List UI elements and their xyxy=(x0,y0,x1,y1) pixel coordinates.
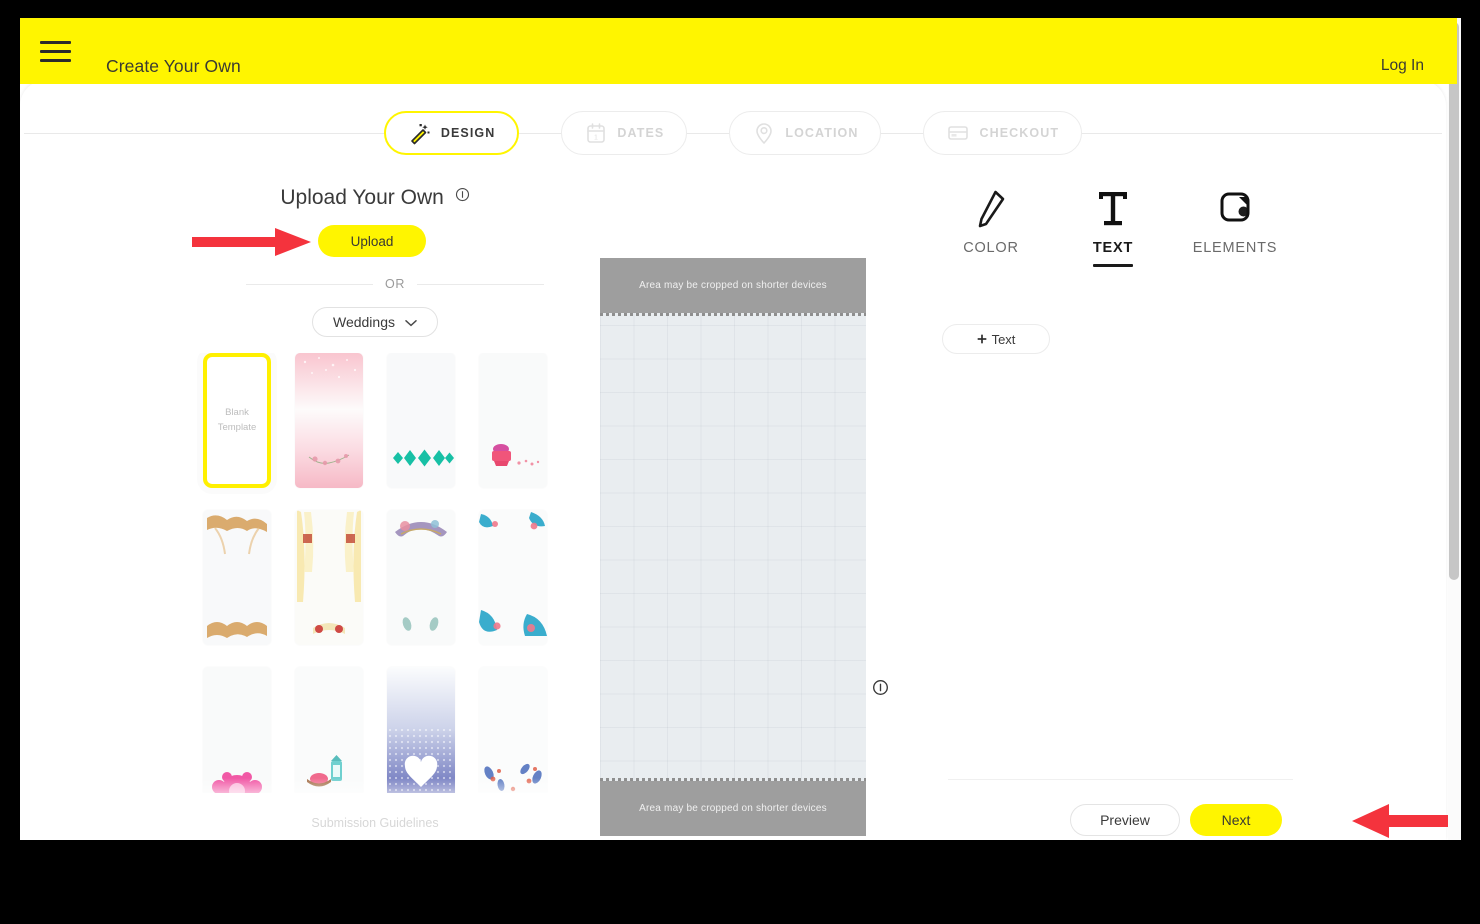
magic-wand-icon xyxy=(408,121,432,145)
step-label: LOCATION xyxy=(785,126,859,140)
crop-warning-text: Area may be cropped on shorter devices xyxy=(639,280,827,291)
step-label: CHECKOUT xyxy=(979,126,1060,140)
step-dates[interactable]: 1 DATES xyxy=(561,111,688,155)
template-scroll-area[interactable]: Blank Template xyxy=(190,353,560,793)
template-thumbnail[interactable] xyxy=(387,667,455,793)
action-buttons: Preview Next xyxy=(1070,804,1457,838)
app-header: Create Your Own Log In xyxy=(20,18,1457,84)
template-panel: Upload Your Own Upload OR Weddings Blank… xyxy=(190,166,560,840)
upload-button[interactable]: Upload xyxy=(318,225,426,257)
text-t-icon xyxy=(1096,184,1130,230)
chevron-down-icon xyxy=(405,314,417,330)
template-thumbnail[interactable] xyxy=(387,510,455,645)
template-blank[interactable]: Blank Template xyxy=(203,353,271,488)
pen-icon xyxy=(974,184,1008,230)
tab-elements[interactable]: ELEMENTS xyxy=(1174,184,1296,267)
step-checkout[interactable]: CHECKOUT xyxy=(923,111,1083,155)
stepper-connector xyxy=(687,132,730,134)
crop-warning-bottom: Area may be cropped on shorter devices xyxy=(600,781,866,836)
step-design[interactable]: DESIGN xyxy=(383,111,520,155)
step-location[interactable]: LOCATION xyxy=(729,111,882,155)
template-thumbnail[interactable] xyxy=(295,353,363,488)
hamburger-menu-icon[interactable] xyxy=(36,34,76,68)
editor-columns: Upload Your Own Upload OR Weddings Blank… xyxy=(20,166,1457,840)
stepper-connector xyxy=(23,132,384,134)
next-button[interactable]: Next xyxy=(1190,804,1282,836)
template-thumbnail[interactable] xyxy=(295,667,363,793)
panel-divider xyxy=(948,779,1293,780)
tab-label: COLOR xyxy=(963,240,1019,256)
tools-panel: COLOR TEXT ELEMENTS Text Preview Next xyxy=(930,166,1457,840)
template-thumbnail[interactable] xyxy=(479,667,547,793)
canvas-grid-overlay xyxy=(600,258,866,836)
crop-dashed-line-bottom xyxy=(600,778,866,781)
tab-text[interactable]: TEXT xyxy=(1052,184,1174,267)
crop-dashed-line-top xyxy=(600,313,866,316)
tab-label: ELEMENTS xyxy=(1192,240,1278,256)
upload-heading-text: Upload Your Own xyxy=(280,186,444,209)
tab-label: TEXT xyxy=(1093,240,1133,267)
red-arrow-pointing-to-next xyxy=(1352,804,1457,838)
login-link[interactable]: Log In xyxy=(1381,57,1424,75)
template-thumbnail[interactable] xyxy=(203,510,271,645)
page-title: Create Your Own xyxy=(106,56,241,76)
map-pin-icon xyxy=(752,121,776,145)
category-value: Weddings xyxy=(332,314,395,330)
progress-stepper: DESIGN 1 DATES LOCATION CHECKOUT xyxy=(20,110,1446,156)
stepper-connector xyxy=(1082,132,1443,134)
stepper-connector xyxy=(881,132,924,134)
tab-color[interactable]: COLOR xyxy=(930,184,1052,267)
design-canvas[interactable]: Area may be cropped on shorter devices A… xyxy=(600,258,866,836)
blank-template-label: Blank Template xyxy=(217,407,257,433)
submission-guidelines-link[interactable]: Submission Guidelines xyxy=(311,816,438,830)
info-icon[interactable] xyxy=(872,679,889,701)
calendar-icon: 1 xyxy=(584,121,608,145)
page-scrollbar-thumb[interactable] xyxy=(1449,22,1459,580)
step-label: DATES xyxy=(617,126,665,140)
elements-icon xyxy=(1218,184,1252,230)
divider-rule-left xyxy=(246,283,374,285)
tool-tabs: COLOR TEXT ELEMENTS xyxy=(930,184,1330,267)
template-thumbnail[interactable] xyxy=(387,353,455,488)
template-grid: Blank Template xyxy=(198,353,552,793)
crop-warning-text: Area may be cropped on shorter devices xyxy=(639,803,827,814)
browser-viewport: Create Your Own Log In DESIGN 1 DATES LO… xyxy=(20,18,1457,840)
svg-text:1: 1 xyxy=(594,135,598,142)
template-thumbnail[interactable] xyxy=(479,510,547,645)
credit-card-icon xyxy=(946,121,970,145)
category-dropdown[interactable]: Weddings xyxy=(311,307,438,337)
template-thumbnail[interactable] xyxy=(479,353,547,488)
template-thumbnail[interactable] xyxy=(295,510,363,645)
add-text-button[interactable]: Text xyxy=(942,324,1050,354)
canvas-panel: Area may be cropped on shorter devices A… xyxy=(580,166,930,840)
info-icon[interactable] xyxy=(455,184,470,208)
preview-button[interactable]: Preview xyxy=(1070,804,1180,836)
add-text-label: Text xyxy=(991,331,1016,347)
or-label: OR xyxy=(385,277,405,291)
crop-warning-top: Area may be cropped on shorter devices xyxy=(600,258,866,313)
content-sheet: DESIGN 1 DATES LOCATION CHECKOUT Upload … xyxy=(20,80,1457,840)
step-label: DESIGN xyxy=(440,126,496,140)
category-row: Weddings xyxy=(190,307,560,337)
plus-icon xyxy=(977,332,987,347)
red-arrow-pointing-to-upload xyxy=(192,228,311,256)
template-thumbnail[interactable] xyxy=(203,667,271,793)
upload-section-heading: Upload Your Own xyxy=(190,184,560,210)
divider-rule-right xyxy=(416,283,545,285)
or-divider: OR xyxy=(246,277,545,291)
upload-button-row: Upload xyxy=(190,225,560,259)
guidelines-row: Submission Guidelines xyxy=(190,814,560,832)
stepper-connector xyxy=(519,132,562,134)
